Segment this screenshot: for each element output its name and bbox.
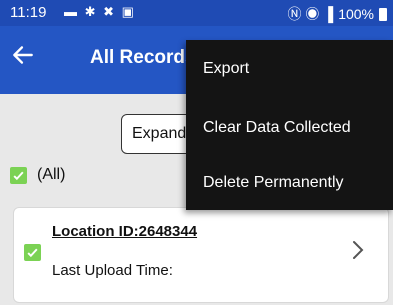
status-right: Ⓝ ◉ ▐ 100% xyxy=(287,4,387,24)
status-time: 11:19 xyxy=(10,4,47,21)
record-upload-time: Last Upload Time: xyxy=(52,262,173,279)
menu-item-export[interactable]: Export xyxy=(203,60,249,78)
record-location-id[interactable]: Location ID:2648344 xyxy=(52,223,197,240)
record-card[interactable]: Location ID:2648344 Last Upload Time: xyxy=(13,207,389,303)
battery-text: 100% xyxy=(338,6,374,22)
chevron-right-icon[interactable] xyxy=(352,240,364,260)
select-all-row[interactable]: (All) xyxy=(10,166,65,184)
battery-icon xyxy=(379,7,387,21)
menu-item-clear-data[interactable]: Clear Data Collected xyxy=(203,119,351,137)
checkbox-checked-icon[interactable] xyxy=(24,244,41,261)
overflow-menu: Export Clear Data Collected Delete Perma… xyxy=(186,40,393,210)
select-all-label: (All) xyxy=(37,166,66,183)
page-title: All Records xyxy=(90,47,196,68)
signal-icons: Ⓝ ◉ ▐ xyxy=(287,6,334,22)
notification-icons: ▬ ✱ ✖ ▣ xyxy=(64,4,136,19)
arrow-left-icon[interactable] xyxy=(10,42,36,68)
status-bar: 11:19 ▬ ✱ ✖ ▣ Ⓝ ◉ ▐ 100% xyxy=(0,0,393,26)
checkbox-checked-icon[interactable] xyxy=(10,166,27,184)
menu-item-delete-permanently[interactable]: Delete Permanently xyxy=(203,174,344,192)
